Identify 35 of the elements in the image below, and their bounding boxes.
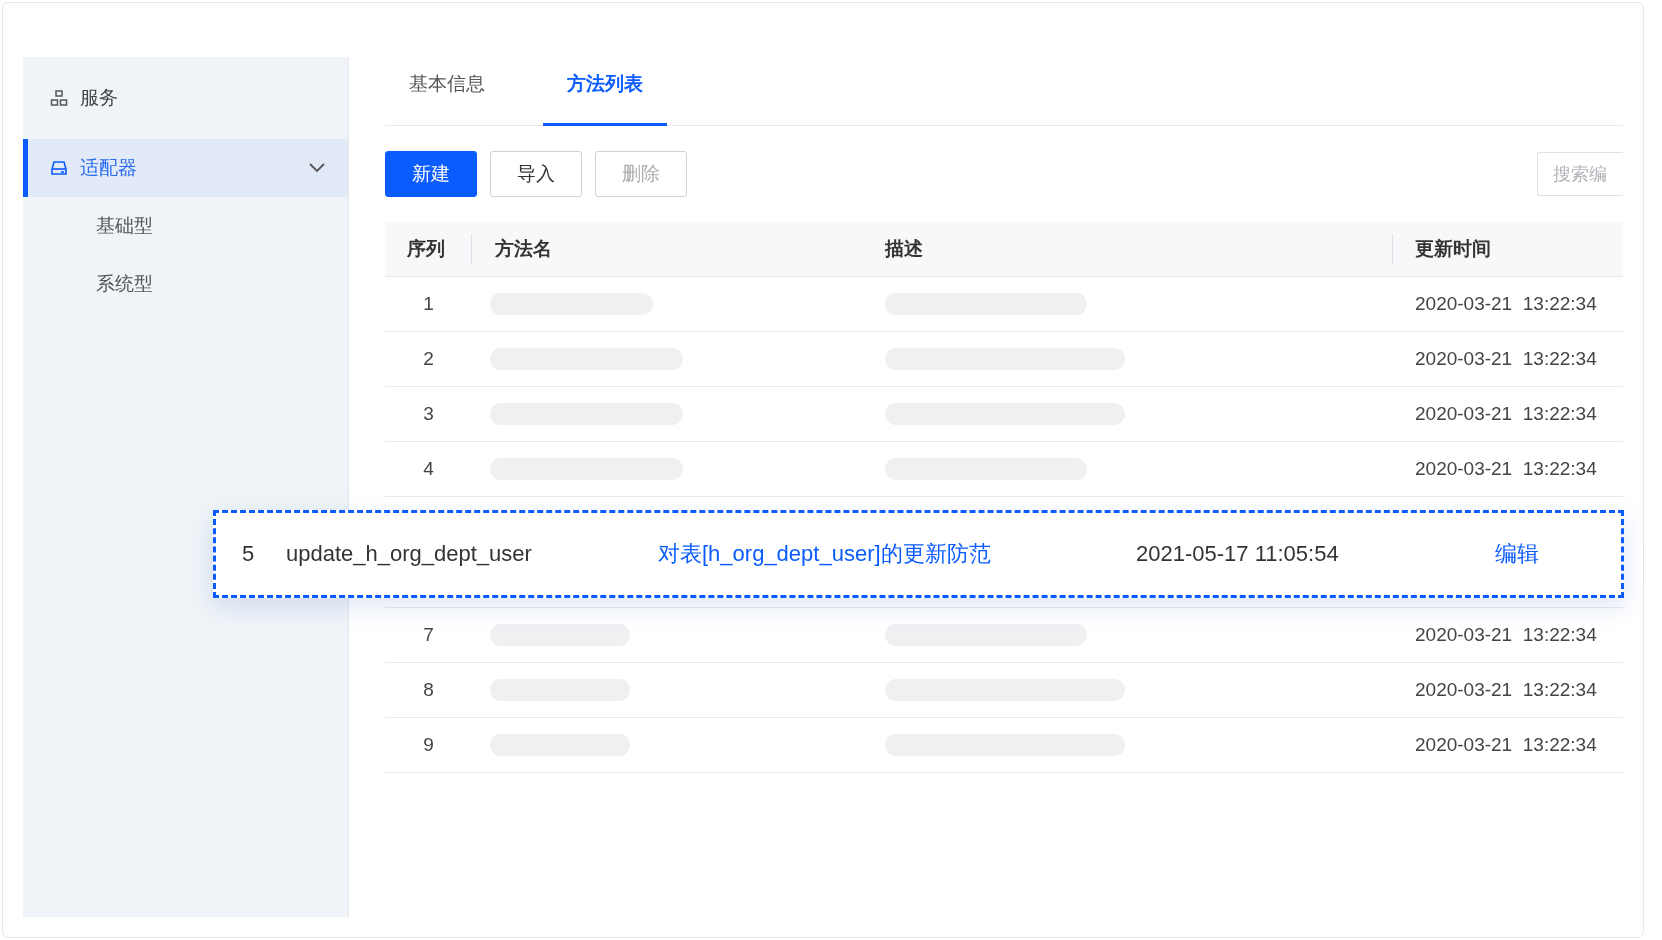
- toolbar-button[interactable]: 导入: [490, 151, 582, 197]
- table-cell-text: 2020-03-21 13:22:34: [1414, 458, 1598, 480]
- table-cell-text: 9: [422, 734, 435, 756]
- table-cell-text: 1: [422, 293, 435, 315]
- column-header: 序列: [385, 234, 472, 264]
- sidebar-subitem[interactable]: 系统型: [23, 255, 348, 313]
- column-header: 方法名: [494, 237, 553, 261]
- row-index: 5: [242, 541, 256, 567]
- table-cell-text: 2020-03-21 13:22:34: [1414, 403, 1598, 425]
- method-name: update_h_org_dept_user: [286, 541, 533, 567]
- table-cell-text: 2020-03-21 13:22:34: [1414, 734, 1598, 756]
- table-cell-text: 2020-03-21 13:22:34: [1414, 624, 1598, 646]
- sidebar-item[interactable]: 服务: [23, 69, 348, 127]
- toolbar-button[interactable]: 新建: [385, 151, 477, 197]
- table-cell-text: 7: [422, 624, 435, 646]
- chevron-icon: [308, 162, 326, 174]
- table-cell-text: 3: [422, 403, 435, 425]
- update-time: 2021-05-17 11:05:54: [1136, 541, 1340, 567]
- sidebar-subitem[interactable]: 基础型: [23, 197, 348, 255]
- table-cell-text: 4: [422, 458, 435, 480]
- edit-link[interactable]: 编辑: [1495, 539, 1539, 569]
- table-cell-text: 2: [422, 348, 435, 370]
- tab[interactable]: 基本信息: [385, 57, 509, 126]
- table-cell-text: 2020-03-21 13:22:34: [1414, 348, 1598, 370]
- table-cell-text: 8: [422, 679, 435, 701]
- column-header: 更新时间: [1414, 237, 1492, 261]
- search-field[interactable]: 搜索编: [1537, 152, 1623, 196]
- table-cell-text: 2020-03-21 13:22:34: [1414, 293, 1598, 315]
- hierarchy-icon: [50, 89, 68, 107]
- tab[interactable]: 方法列表: [543, 57, 667, 126]
- drive-icon: [50, 159, 68, 177]
- table-cell-text: 2020-03-21 13:22:34: [1414, 679, 1598, 701]
- description-link[interactable]: 对表[h_org_dept_user]的更新防范: [658, 539, 1136, 569]
- column-header: 描述: [885, 234, 1393, 264]
- sidebar-item[interactable]: 适配器: [23, 139, 348, 197]
